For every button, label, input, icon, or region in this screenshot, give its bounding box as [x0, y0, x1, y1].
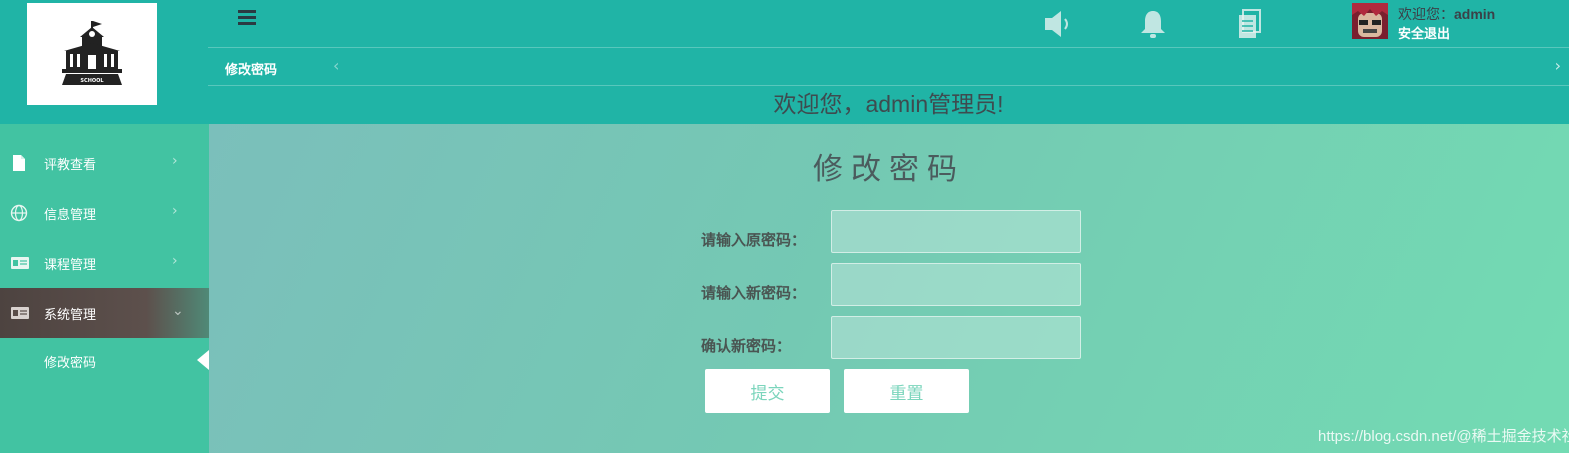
sidebar-item-evaluation[interactable]: 评教查看 ›: [0, 138, 209, 188]
chevron-right-icon: ›: [172, 253, 178, 269]
tab-bar: 修改密码 ‹ ›: [208, 47, 1569, 86]
document-icon[interactable]: [1235, 8, 1265, 40]
bell-icon[interactable]: [1138, 8, 1168, 40]
sidebar: 评教查看 › 信息管理 › 课程管理 › 系统管理 ⌄ 修改密码: [0, 124, 209, 453]
id-card-icon: [10, 304, 29, 322]
submit-button[interactable]: 提交: [705, 369, 830, 413]
old-password-label: 请输入原密码：: [701, 232, 807, 249]
tab-scroll-left-icon[interactable]: ‹: [333, 56, 339, 75]
file-icon: [10, 154, 28, 172]
sidebar-item-info-management[interactable]: 信息管理 ›: [0, 188, 209, 238]
sidebar-item-label: 课程管理: [44, 257, 97, 272]
watermark-text: https://blog.csdn.net/@稀土掘金技术社区: [1318, 428, 1569, 445]
username: admin: [1454, 6, 1496, 22]
confirm-password-input[interactable]: [831, 316, 1081, 359]
active-indicator: [197, 350, 209, 370]
school-building-icon: SCHOOL: [62, 21, 122, 85]
menu-toggle-icon[interactable]: [238, 10, 256, 28]
sidebar-subitem-change-password[interactable]: 修改密码: [0, 338, 209, 382]
avatar[interactable]: [1352, 3, 1388, 39]
speaker-icon[interactable]: [1043, 8, 1073, 40]
welcome-banner: 欢迎您，admin管理员!: [773, 91, 1004, 117]
tab-change-password[interactable]: 修改密码: [225, 59, 277, 78]
chevron-down-icon: ⌄: [172, 303, 184, 319]
chevron-right-icon: ›: [172, 153, 178, 169]
new-password-input[interactable]: [831, 263, 1081, 306]
chevron-right-icon: ›: [172, 203, 178, 219]
page-title: 修改密码: [813, 153, 965, 186]
logo-text: SCHOOL: [80, 78, 104, 84]
sidebar-item-label: 信息管理: [44, 207, 97, 222]
new-password-label: 请输入新密码：: [701, 285, 807, 302]
logout-link[interactable]: 安全退出: [1398, 23, 1450, 42]
globe-icon: [10, 204, 28, 222]
sidebar-subitem-label: 修改密码: [44, 355, 97, 370]
sidebar-item-course-management[interactable]: 课程管理 ›: [0, 238, 209, 288]
school-logo[interactable]: SCHOOL: [27, 3, 157, 105]
id-card-icon: [10, 254, 29, 272]
sidebar-item-label: 评教查看: [44, 157, 97, 172]
welcome-user-text: 欢迎您：admin: [1398, 4, 1495, 24]
tab-scroll-right-icon[interactable]: ›: [1555, 56, 1561, 75]
old-password-input[interactable]: [831, 210, 1081, 253]
main-content: 修改密码 请输入原密码： 请输入新密码： 确认新密码： 提交 重置: [209, 124, 1569, 453]
greeting-prefix: 欢迎您：: [1398, 6, 1454, 22]
sidebar-item-system-management[interactable]: 系统管理 ⌄: [0, 288, 209, 338]
reset-button[interactable]: 重置: [844, 369, 969, 413]
confirm-password-label: 确认新密码：: [701, 338, 792, 355]
sidebar-item-label: 系统管理: [44, 307, 97, 322]
top-header: SCHOOL 欢迎您：admin 安全退出 修改密码 ‹ › 欢迎您，admin…: [0, 0, 1569, 124]
